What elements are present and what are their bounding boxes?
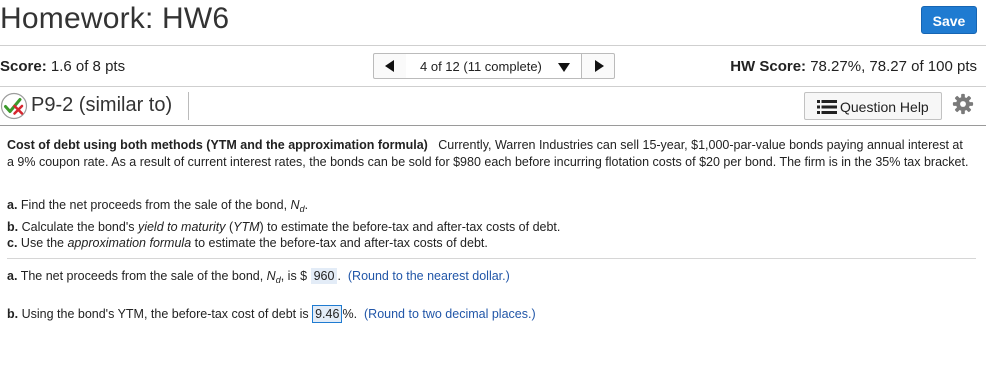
part-letter: c. (7, 236, 18, 250)
part-text: . (304, 198, 309, 212)
part-text: ( (225, 220, 234, 234)
problem-heading: Cost of debt using both methods (YTM and… (7, 138, 428, 152)
part-text: Find the net proceeds from the sale of t… (20, 198, 291, 212)
question-help-label: Question Help (840, 99, 929, 115)
before-tax-cost-input[interactable]: 9.46 (312, 305, 343, 323)
hw-score: HW Score: 78.27%, 78.27 of 100 pts (730, 58, 977, 75)
question-select-dropdown[interactable]: 4 of 12 (11 complete) (406, 53, 582, 79)
question-help-button[interactable]: Question Help (804, 92, 942, 120)
answer-letter: a. (7, 269, 18, 283)
page-title: Homework: HW6 (0, 2, 230, 35)
answer-text: . (337, 269, 341, 283)
rounding-hint: (Round to two decimal places.) (364, 307, 536, 321)
answer-text: Using the bond's YTM, the before-tax cos… (21, 307, 313, 321)
header: Homework: HW6 Save (0, 0, 986, 46)
score-value: 1.6 of 8 pts (50, 58, 126, 75)
part-b: b. Calculate the bond's yield to maturit… (7, 220, 560, 234)
save-button[interactable]: Save (921, 6, 977, 34)
part-text: Use the (20, 236, 68, 250)
answer-text: , is $ (280, 269, 311, 283)
question-position: 4 of 12 (11 complete) (420, 59, 542, 74)
part-letter: a. (7, 198, 18, 212)
answer-a: a. The net proceeds from the sale of the… (7, 268, 510, 285)
variable: N (290, 198, 300, 212)
arrow-right-icon (595, 60, 604, 72)
part-a: a. Find the net proceeds from the sale o… (7, 198, 308, 214)
score: Score: 1.6 of 8 pts (0, 58, 125, 75)
part-text: to estimate the before-tax and after-tax… (191, 236, 488, 250)
gear-icon[interactable] (952, 93, 974, 115)
emphasis: YTM (233, 220, 260, 234)
answer-text: %. (342, 307, 358, 321)
arrow-left-icon (385, 60, 394, 72)
emphasis: approximation formula (67, 236, 192, 250)
answer-b: b. Using the bond's YTM, the before-tax … (7, 305, 536, 323)
hw-score-value: 78.27%, 78.27 of 100 pts (810, 58, 977, 75)
emphasis: yield to maturity (137, 220, 226, 234)
partially-correct-icon (0, 92, 28, 120)
net-proceeds-answer-field[interactable]: 960 (310, 268, 338, 284)
variable: N (266, 269, 276, 283)
previous-question-button[interactable] (373, 53, 407, 79)
hw-score-label: HW Score: (730, 58, 807, 75)
problem-statement: Cost of debt using both methods (YTM and… (7, 137, 969, 170)
divider (7, 258, 976, 259)
rounding-hint: (Round to the nearest dollar.) (347, 269, 510, 283)
answer-letter: b. (7, 307, 19, 321)
question-title: P9-2 (similar to) (31, 94, 173, 116)
score-row: Score: 1.6 of 8 pts 4 of 12 (11 complete… (0, 46, 986, 86)
divider (0, 125, 986, 126)
caret-down-icon (558, 63, 570, 72)
list-icon (817, 100, 837, 114)
score-label: Score: (0, 58, 47, 75)
answer-text: The net proceeds from the sale of the bo… (20, 269, 267, 283)
part-text: Calculate the bond's (21, 220, 138, 234)
part-letter: b. (7, 220, 19, 234)
question-header: P9-2 (similar to) Question Help (0, 87, 986, 125)
next-question-button[interactable] (581, 53, 615, 79)
part-c: c. Use the approximation formula to esti… (7, 236, 488, 250)
part-text: ) to estimate the before-tax and after-t… (259, 220, 561, 234)
divider (188, 92, 189, 120)
